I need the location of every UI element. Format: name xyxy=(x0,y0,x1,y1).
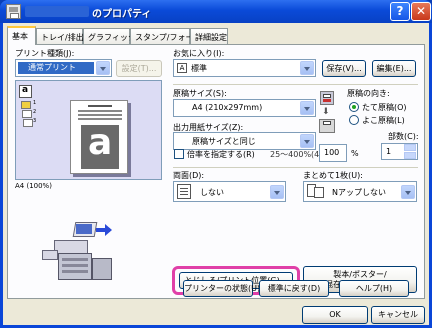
print-type-label: プリント種類(J): xyxy=(15,49,75,58)
edit-favorite-button[interactable]: 編集(E)... xyxy=(372,60,416,77)
duplex-value: しない xyxy=(200,188,224,197)
copier-icon xyxy=(320,91,334,105)
preview-page: a xyxy=(70,100,128,174)
help-button[interactable]: ヘルプ(H) xyxy=(339,280,409,297)
properties-window: のプロパティ ? ✕ 基本 トレイ/排出 グラフィックス スタンプ/フォーム 詳… xyxy=(0,0,432,328)
nup-layout-icon xyxy=(307,184,325,199)
output-size-select[interactable]: 原稿サイズと同じ xyxy=(173,132,316,150)
stack-number-1: 1 xyxy=(33,100,37,106)
favorites-label: お気に入り(I): xyxy=(173,49,225,58)
chevron-down-icon xyxy=(401,185,415,199)
orientation-landscape-label[interactable]: よこ原稿(L) xyxy=(362,115,405,126)
divider xyxy=(173,167,418,168)
nup-label: まとめて1枚(U): xyxy=(303,171,363,180)
divider xyxy=(173,84,418,85)
scale-unit: % xyxy=(351,149,359,158)
help-title-button[interactable]: ? xyxy=(390,2,410,21)
print-type-settings-button[interactable]: 設定(T)... xyxy=(116,60,162,77)
output-size-value: 原稿サイズと同じ xyxy=(192,137,256,146)
printer-output-icon xyxy=(319,119,335,133)
chevron-down-icon xyxy=(270,185,284,199)
scale-input[interactable]: 100 xyxy=(319,144,347,162)
restore-defaults-button[interactable]: 標準に戻す(D) xyxy=(259,280,329,297)
tab-advanced[interactable]: 詳細設定 xyxy=(190,28,228,44)
stack-number-2: 2 xyxy=(33,109,37,115)
scale-value: 100 xyxy=(324,148,340,157)
print-type-select[interactable]: 通常プリント xyxy=(15,59,112,77)
arrow-down-icon: ⬇ xyxy=(322,107,330,117)
ok-button[interactable]: OK xyxy=(302,306,368,324)
stepper-down-icon[interactable] xyxy=(404,152,416,159)
printer-name-redacted xyxy=(25,6,89,17)
collate-stack-icon xyxy=(21,101,33,127)
paper-size-select[interactable]: A4 (210x297mm) xyxy=(173,99,316,117)
nup-select[interactable]: Nアップしない xyxy=(303,181,417,202)
chevron-down-icon xyxy=(300,61,314,75)
chevron-down-icon xyxy=(300,101,314,115)
save-favorite-button[interactable]: 保存(V)... xyxy=(322,60,366,77)
favorites-select[interactable]: A 標準 xyxy=(173,59,316,77)
print-type-value: 通常プリント xyxy=(18,62,94,74)
favorite-a-icon: A xyxy=(177,63,187,73)
stack-number-3: 3 xyxy=(33,118,37,124)
tab-basic[interactable]: 基本 xyxy=(7,26,36,45)
orientation-portrait-radio[interactable] xyxy=(349,102,359,112)
close-button[interactable]: ✕ xyxy=(411,2,431,21)
duplex-label: 両面(D): xyxy=(173,171,205,180)
specify-scale-checkbox[interactable] xyxy=(174,149,184,159)
tab-tray-output[interactable]: トレイ/排出 xyxy=(36,28,84,44)
nup-value: Nアップしない xyxy=(332,188,386,197)
printer-icon xyxy=(6,4,21,19)
paper-size-value: A4 (210x297mm) xyxy=(192,103,263,112)
cancel-button[interactable]: キャンセル xyxy=(371,306,425,324)
duplex-select[interactable]: しない xyxy=(173,181,286,202)
favorites-value: 標準 xyxy=(191,64,207,73)
chevron-down-icon xyxy=(300,134,314,148)
window-title: のプロパティ xyxy=(92,9,152,20)
sheet-icon-a: a xyxy=(19,85,32,98)
dialog-client: 基本 トレイ/排出 グラフィックス スタンプ/フォーム 詳細設定 プリント種類(… xyxy=(3,23,429,325)
tab-graphics[interactable]: グラフィックス xyxy=(83,28,144,44)
stepper-up-icon[interactable] xyxy=(404,144,416,151)
printer-status-button[interactable]: プリンターの状態(U) xyxy=(183,280,260,297)
preview-zoom-label: A4 (100%) xyxy=(15,182,52,190)
orientation-portrait-label[interactable]: たて原稿(O) xyxy=(362,102,407,113)
orientation-landscape-radio[interactable] xyxy=(349,115,359,125)
copies-label: 部数(C): xyxy=(388,132,419,141)
copies-value: 1 xyxy=(386,147,392,156)
simplex-page-icon xyxy=(177,184,191,199)
title-bar[interactable]: のプロパティ ? ✕ xyxy=(0,0,432,23)
page-preview: a 1 2 3 a xyxy=(15,80,162,180)
tab-stamp-form[interactable]: スタンプ/フォーム xyxy=(130,28,201,44)
scale-range-label: 25～400%(4): xyxy=(270,150,326,159)
orientation-label: 原稿の向き: xyxy=(347,89,390,98)
paper-size-label: 原稿サイズ(S): xyxy=(173,89,227,98)
tab-panel-basic: プリント種類(J): 通常プリント 設定(T)... a 1 2 3 a A4 … xyxy=(7,44,425,299)
printer-illustration xyxy=(42,220,114,282)
copies-stepper[interactable]: 1 xyxy=(381,143,418,160)
specify-scale-label[interactable]: 倍率を指定する(R) xyxy=(187,149,255,160)
preview-page-letter: a xyxy=(88,122,113,163)
chevron-down-icon xyxy=(96,61,110,75)
